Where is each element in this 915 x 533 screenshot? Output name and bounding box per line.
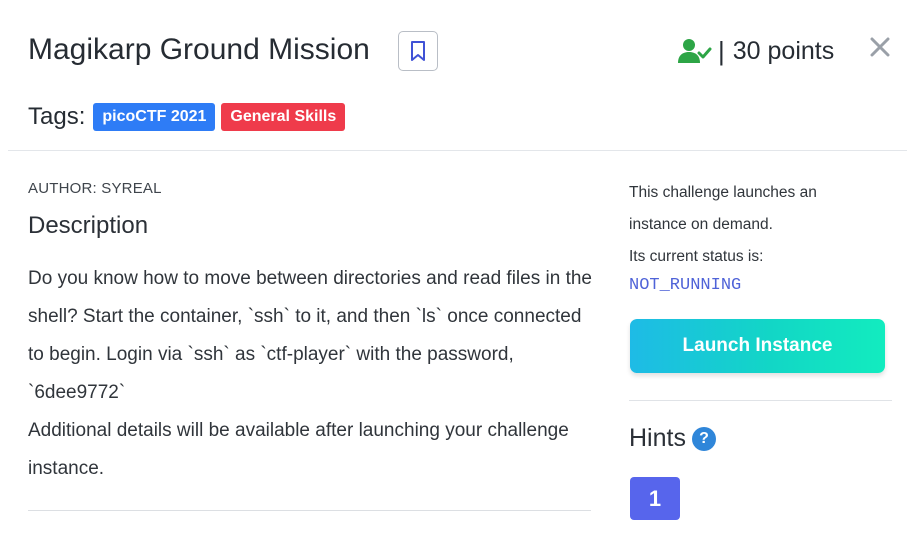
tags-label: Tags: bbox=[28, 103, 86, 130]
tag-general-skills[interactable]: General Skills bbox=[221, 103, 346, 131]
tag-picoctf-2021[interactable]: picoCTF 2021 bbox=[93, 103, 216, 131]
points-separator: | bbox=[718, 35, 725, 66]
hints-heading: Hints bbox=[629, 424, 686, 452]
instance-status: NOT_RUNNING bbox=[629, 276, 742, 295]
sidebar-divider bbox=[629, 400, 892, 401]
instance-status-label: Its current status is: bbox=[629, 248, 764, 265]
instance-info-line: This challenge launches an instance on d… bbox=[629, 184, 817, 233]
description-text: Do you know how to move between director… bbox=[28, 268, 592, 403]
challenge-title: Magikarp Ground Mission bbox=[28, 33, 370, 66]
tags-row: Tags: picoCTF 2021 General Skills bbox=[28, 103, 351, 131]
points-value: 30 points bbox=[732, 36, 835, 65]
instance-info: This challenge launches an instance on d… bbox=[629, 177, 889, 273]
description-heading: Description bbox=[28, 212, 149, 239]
header-divider bbox=[8, 150, 907, 151]
description-body: Do you know how to move between director… bbox=[28, 260, 598, 488]
author-line: AUTHOR: SYREAL bbox=[28, 180, 162, 197]
hint-button-1[interactable]: 1 bbox=[630, 477, 680, 520]
help-icon[interactable]: ? bbox=[691, 426, 716, 451]
hints-header: Hints ? bbox=[629, 424, 716, 453]
close-button[interactable] bbox=[868, 35, 892, 59]
bookmark-icon bbox=[411, 41, 425, 61]
user-check-icon bbox=[678, 39, 712, 63]
points-display: | 30 points bbox=[678, 31, 834, 71]
description-note: Additional details will be available aft… bbox=[28, 420, 569, 479]
bookmark-button[interactable] bbox=[398, 31, 438, 71]
description-divider bbox=[28, 510, 591, 511]
launch-instance-button[interactable]: Launch Instance bbox=[630, 319, 885, 373]
close-icon bbox=[870, 37, 890, 57]
